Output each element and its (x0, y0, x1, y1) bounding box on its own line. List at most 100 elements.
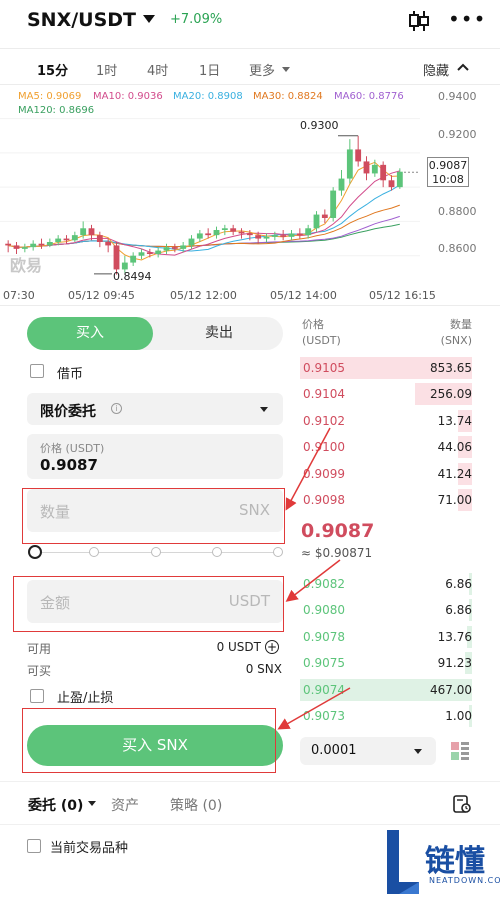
candle-body (396, 171, 403, 188)
hide-chart-toggle[interactable]: 隐藏 (423, 60, 449, 79)
annotation-box (22, 488, 285, 544)
ma10-label: MA10: 0.9036 (93, 91, 163, 102)
x-tick: 07:30 (3, 289, 35, 302)
y-tick: 0.9200 (438, 128, 477, 141)
candle-body (188, 238, 195, 246)
candlestick-chart-icon[interactable] (407, 9, 431, 33)
exchange-watermark: 欧易 (10, 256, 43, 275)
ask-qty: 13.74 (437, 413, 472, 428)
bid-qty: 1.00 (445, 709, 472, 723)
ma30-label: MA30: 0.8824 (253, 91, 323, 102)
last-price-box: 0.9087 10:08 (427, 157, 469, 187)
borrow-label: 借币 (57, 367, 84, 382)
chevron-down-icon (414, 749, 422, 754)
candle-body (63, 238, 70, 241)
low-label: 0.8494 (113, 270, 152, 283)
info-icon[interactable]: i (111, 403, 122, 414)
candle-body (255, 235, 262, 239)
current-pair-checkbox[interactable] (27, 839, 41, 853)
ask-row[interactable]: 0.9105 853.65 (300, 357, 472, 381)
ob-qty-unit: (SNX) (440, 334, 472, 347)
ask-price: 0.9105 (303, 361, 345, 375)
candle-body (155, 250, 162, 254)
more-caret-icon (282, 67, 290, 72)
tab-15m[interactable]: 15分 (37, 60, 68, 79)
candle-body (221, 228, 228, 230)
orderbook-layout-icon[interactable] (450, 741, 470, 761)
candle-body (146, 252, 153, 254)
ask-price: 0.9104 (303, 387, 345, 402)
slider-stop[interactable] (212, 547, 222, 557)
candle-body (296, 233, 303, 236)
neatdown-logo: 链懂 NEATDOWN.COM (385, 826, 500, 898)
tab-assets[interactable]: 资产 (111, 795, 139, 815)
tab-orders[interactable]: 委托 (0) (28, 795, 83, 815)
divider (0, 84, 500, 85)
order-type-value: 限价委托 (40, 404, 96, 420)
candle-body (280, 235, 287, 237)
divider (0, 824, 500, 825)
candle-body (313, 214, 320, 229)
tab-more[interactable]: 更多 (249, 60, 275, 79)
tpsl-label: 止盈/止损 (57, 691, 114, 706)
tab-4h[interactable]: 4时 (147, 60, 168, 79)
bid-qty: 6.86 (445, 603, 472, 618)
bid-qty: 467.00 (430, 682, 472, 697)
order-history-icon[interactable] (452, 794, 472, 814)
annotation-box (13, 576, 284, 632)
ask-row[interactable]: 0.9104 256.09 (300, 383, 472, 407)
candlestick-chart[interactable] (0, 110, 420, 290)
candle-body (38, 243, 45, 246)
ask-qty: 256.09 (430, 387, 472, 402)
candle-body (5, 243, 12, 246)
divider (0, 781, 500, 782)
buy-sell-tabs: 买入 卖出 (27, 317, 283, 350)
x-tick: 05/12 12:00 (170, 289, 237, 302)
ob-price-header: 价格 (302, 318, 324, 331)
tpsl-checkbox[interactable] (30, 689, 44, 703)
more-options-icon[interactable]: ••• (448, 9, 486, 29)
ask-qty: 853.65 (430, 361, 472, 375)
price-field[interactable]: 价格 (USDT) 0.9087 (27, 434, 283, 479)
tab-strategy[interactable]: 策略 (0) (170, 795, 222, 815)
slider-stop[interactable] (151, 547, 161, 557)
borrow-checkbox[interactable] (30, 364, 44, 378)
countdown-label: 10:08 (432, 173, 464, 186)
price-change: +7.09% (170, 12, 223, 27)
candle-body (230, 228, 237, 232)
candle-body (46, 242, 53, 246)
candle-body (21, 247, 28, 249)
ma60-label: MA60: 0.8776 (334, 91, 404, 102)
candle-body (196, 233, 203, 239)
candle-body (380, 164, 387, 181)
buyable-label: 可买 (27, 664, 52, 678)
tab-1h[interactable]: 1时 (96, 60, 117, 79)
last-price-label: 0.9087 (428, 159, 468, 172)
candle-body (321, 214, 328, 218)
candle-body (346, 149, 353, 179)
pair-dropdown-icon[interactable] (143, 15, 155, 23)
sell-tab[interactable]: 卖出 (155, 317, 283, 350)
candle-body (338, 178, 345, 191)
order-type-select[interactable]: 限价委托 (27, 393, 283, 425)
chevron-up-icon[interactable] (456, 62, 470, 72)
high-label: 0.9300 (300, 119, 339, 132)
ask-qty: 44.06 (437, 440, 472, 455)
slider-handle[interactable] (28, 545, 42, 559)
slider-stop[interactable] (89, 547, 99, 557)
y-tick: 0.8800 (438, 205, 477, 218)
candle-body (80, 228, 87, 236)
buy-tab[interactable]: 买入 (27, 317, 153, 350)
candle-body (13, 245, 20, 249)
ask-qty: 71.00 (437, 493, 472, 507)
candle-body (180, 245, 187, 249)
pair-title[interactable]: SNX/USDT (27, 9, 136, 31)
available-label: 可用 (27, 642, 52, 656)
candle-body (96, 235, 103, 242)
x-tick: 05/12 16:15 (369, 289, 436, 302)
ob-price-unit: (USDT) (302, 334, 341, 347)
tab-1d[interactable]: 1日 (199, 60, 220, 79)
ob-qty-header: 数量 (450, 318, 472, 331)
candle-body (105, 242, 112, 246)
candle-body (88, 228, 95, 236)
